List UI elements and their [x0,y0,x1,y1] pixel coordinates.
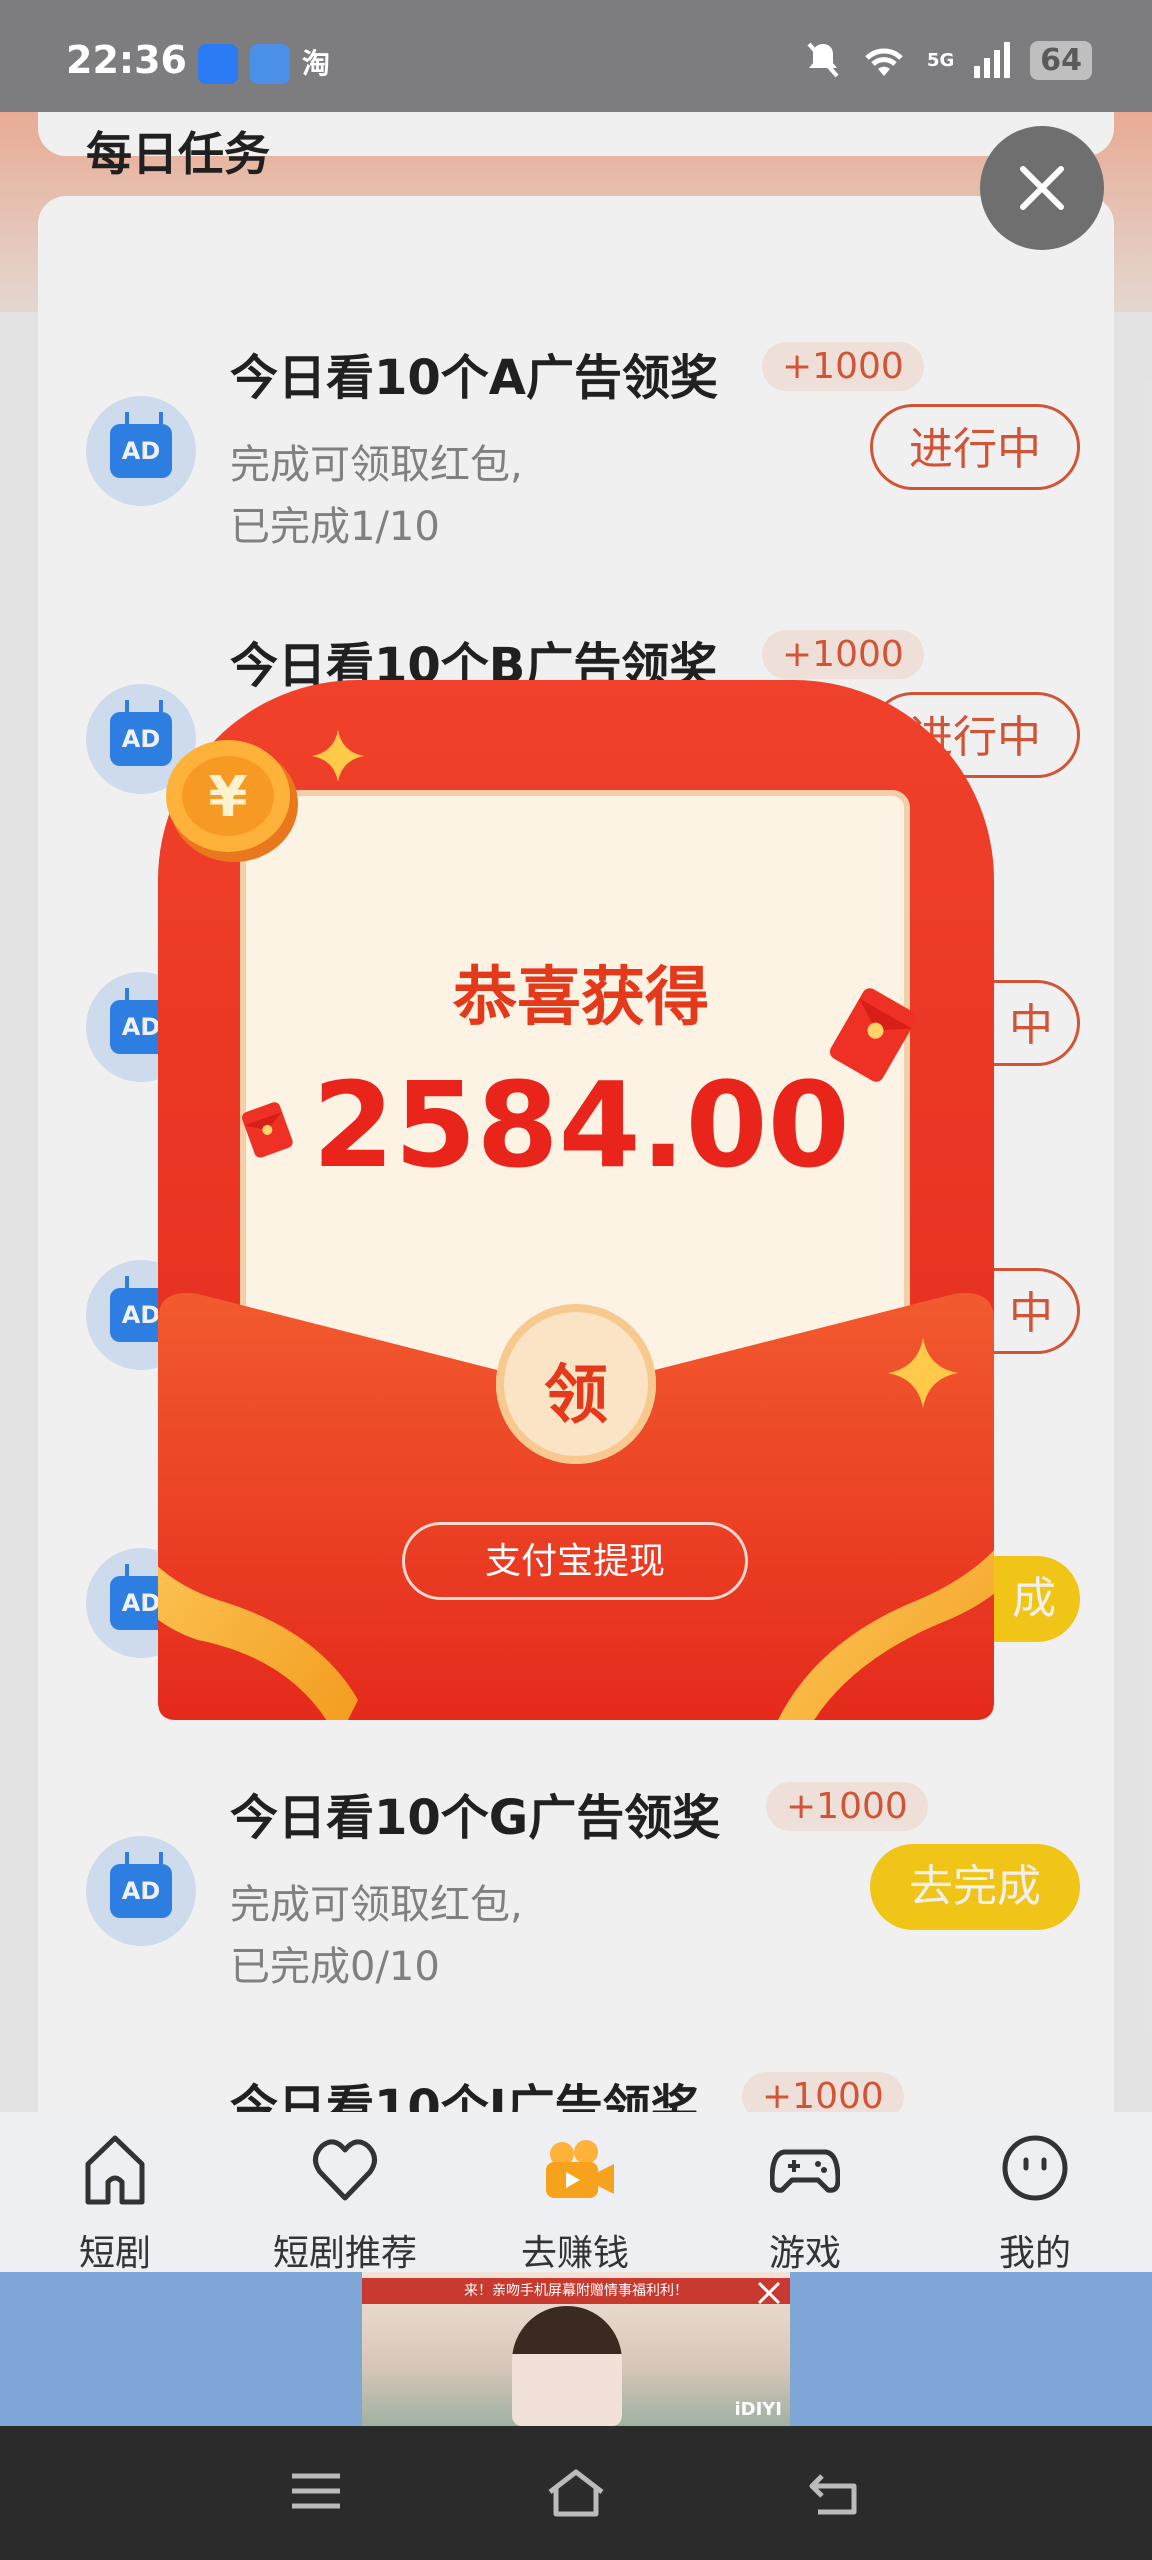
video-camera-icon [546,2140,614,2198]
ad-banner[interactable]: 来！亲吻手机屏幕附赠情事福利利！ iDIYI [0,2272,1152,2426]
message-app-icon [198,44,238,84]
close-popup-button[interactable] [980,126,1104,250]
weather-app-icon [250,44,290,84]
mini-envelope-icon [242,1102,293,1158]
bottom-nav: 短剧 短剧推荐 去赚钱 游戏 我的 [0,2112,1152,2274]
network-type: 5G [926,49,955,71]
ad-person-image [512,2306,622,2426]
home-icon [85,2135,145,2205]
nav-item-earn[interactable]: 去赚钱 [460,2112,690,2274]
claim-button[interactable]: 领 [496,1304,656,1464]
back-icon[interactable] [804,2466,868,2520]
heart-icon [313,2139,377,2201]
close-icon [1020,166,1064,210]
svg-text:¥: ¥ [209,765,248,830]
alipay-withdraw-button[interactable]: 支付宝提现 [402,1522,748,1600]
system-nav-bar [0,2426,1152,2560]
nav-item-recommend[interactable]: 短剧推荐 [230,2112,460,2274]
mini-envelope-icon [829,988,917,1082]
gamepad-icon [770,2149,840,2193]
ad-brand: iDIYI [734,2399,782,2420]
home-nav-icon[interactable] [544,2466,608,2520]
status-bar: 22:36 淘 5G 64 [0,0,1152,112]
ad-caption: 来！亲吻手机屏幕附赠情事福利利！ [362,2278,790,2304]
status-time: 22:36 [66,38,187,82]
battery-indicator: 64 [1030,40,1092,80]
mute-icon [807,42,839,78]
sparkle-icon [312,730,364,782]
face-icon [1002,2135,1068,2201]
nav-item-mine[interactable]: 我的 [920,2112,1150,2274]
taobao-app-icon: 淘 [302,47,331,80]
ad-image[interactable]: 来！亲吻手机屏幕附赠情事福利利！ iDIYI [362,2272,790,2426]
sparkle-icon [888,1338,958,1408]
nav-item-games[interactable]: 游戏 [690,2112,920,2274]
popup-heading: 恭喜获得 [453,961,709,1035]
yuan-coin-icon: ¥ [166,740,298,862]
menu-icon[interactable] [286,2466,346,2516]
ad-close-icon[interactable] [754,2278,784,2308]
wifi-icon [865,48,903,76]
prize-amount: 2584.00 [312,1056,850,1194]
nav-item-short-drama[interactable]: 短剧 [0,2112,230,2274]
signal-icon [974,42,1011,78]
